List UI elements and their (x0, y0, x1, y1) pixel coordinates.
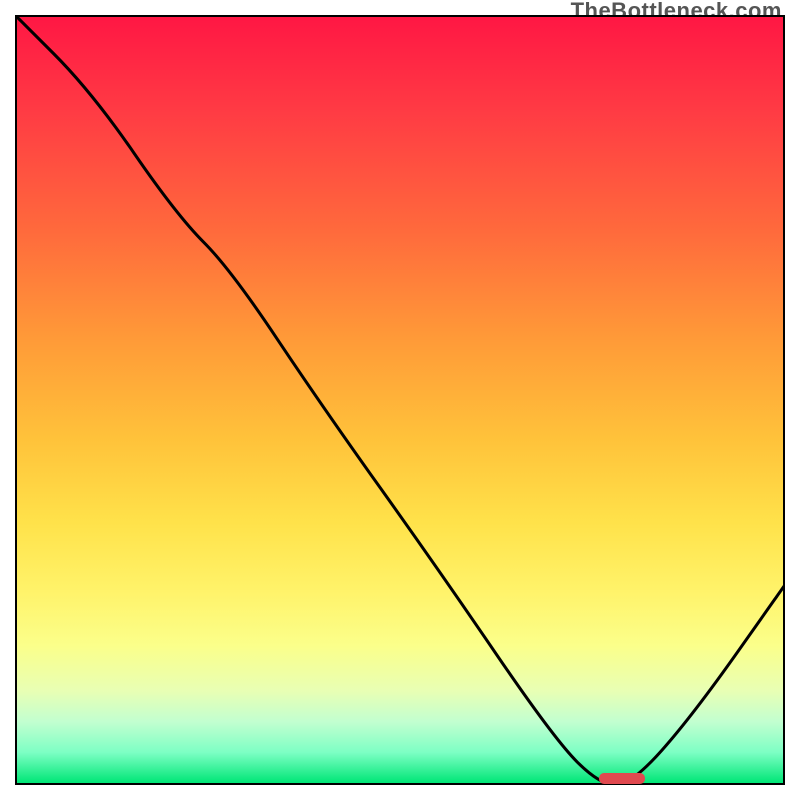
bottleneck-chart: TheBottleneck.com (0, 0, 800, 800)
bottleneck-marker (599, 773, 645, 784)
chart-gradient-area (15, 15, 785, 785)
